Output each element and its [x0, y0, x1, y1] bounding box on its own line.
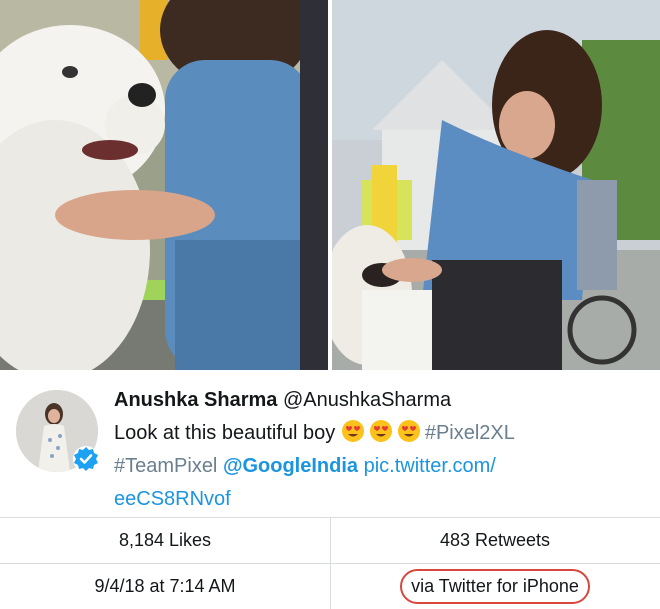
media-link-part1[interactable]: pic.twitter.com/: [364, 455, 496, 477]
verified-badge-icon: [73, 446, 99, 472]
tweet-body-line1: Look at this beautiful boy #Pixel2XL: [114, 417, 644, 450]
photo-left[interactable]: [0, 0, 328, 370]
tweet-screenshot: Anushka Sharma @AnushkaSharma Look at th…: [0, 0, 660, 609]
tweet-timestamp: 9/4/18 at 7:14 AM: [0, 563, 330, 609]
timestamp-label: 9/4/18 at 7:14 AM: [94, 575, 236, 596]
retweets-label: 483 Retweets: [439, 529, 551, 550]
tweet-text: Anushka Sharma @AnushkaSharma Look at th…: [114, 384, 644, 516]
photo-right[interactable]: [332, 0, 660, 370]
heart-eyes-emoji: [341, 420, 364, 442]
source-label-highlighted: via Twitter for iPhone: [400, 568, 590, 604]
photo-strip: [0, 0, 660, 370]
tweet-body-line2: #TeamPixel @GoogleIndia pic.twitter.com/: [114, 450, 644, 483]
heart-eyes-emoji: [397, 420, 420, 442]
media-link-part2[interactable]: eeCS8RNvof: [114, 488, 231, 510]
likes-label: 8,184 Likes: [118, 529, 212, 550]
hashtag-teampixel[interactable]: #TeamPixel: [114, 455, 217, 477]
tweet-card: Anushka Sharma @AnushkaSharma Look at th…: [0, 370, 660, 517]
mention-googleindia[interactable]: @GoogleIndia: [223, 455, 358, 477]
tweet-body-line3: eeCS8RNvof: [114, 483, 644, 516]
likes-count[interactable]: 8,184 Likes: [0, 517, 330, 563]
user-handle[interactable]: @AnushkaSharma: [283, 389, 451, 411]
tweet-stats: 8,184 Likes 483 Retweets 9/4/18 at 7:14 …: [0, 517, 660, 609]
display-name[interactable]: Anushka Sharma: [114, 389, 277, 411]
retweets-count[interactable]: 483 Retweets: [330, 517, 660, 563]
tweet-body-text: Look at this beautiful boy: [114, 422, 336, 444]
tweet-source: via Twitter for iPhone: [330, 563, 660, 609]
hashtag-pixel2xl[interactable]: #Pixel2XL: [425, 422, 515, 444]
heart-eyes-emoji: [369, 420, 392, 442]
tweet-header: Anushka Sharma @AnushkaSharma: [114, 384, 644, 417]
